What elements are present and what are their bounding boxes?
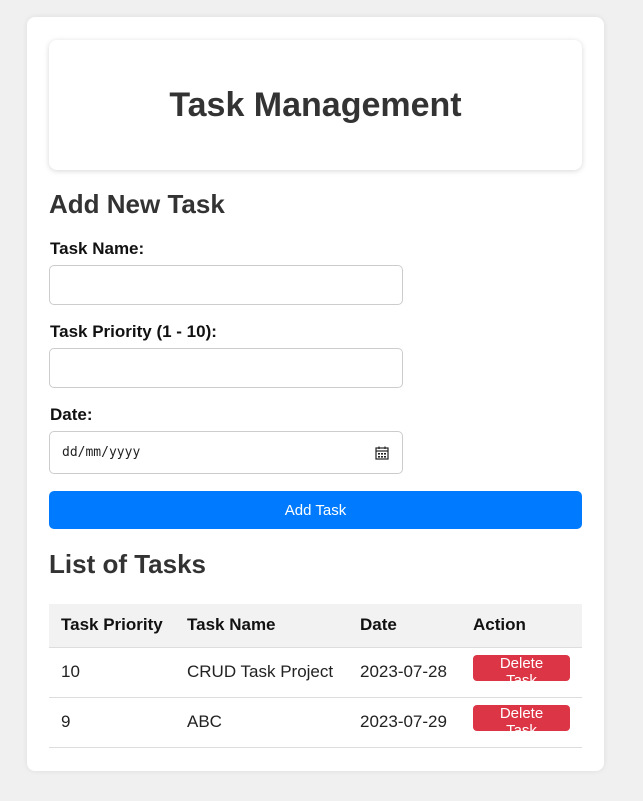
add-task-button[interactable]: Add Task (49, 491, 582, 529)
column-header-priority: Task Priority (49, 604, 176, 648)
task-date-cell: 2023-07-28 (349, 647, 461, 698)
task-name-cell: CRUD Task Project (176, 647, 349, 698)
task-name-input[interactable] (49, 265, 403, 305)
task-priority-input[interactable] (49, 348, 403, 388)
task-priority-cell: 9 (49, 697, 176, 748)
table-row: 9 ABC 2023-07-29 Delete Task (49, 697, 582, 748)
task-name-cell: ABC (176, 697, 349, 748)
delete-task-button[interactable]: Delete Task (473, 654, 570, 689)
task-date-cell: 2023-07-29 (349, 697, 461, 748)
table-header-row: Task Priority Task Name Date Action (49, 604, 582, 648)
task-action-cell: Delete Task (461, 647, 582, 698)
page-title: Task Management (169, 85, 462, 124)
date-label: Date: (50, 405, 93, 424)
task-priority-cell: 10 (49, 647, 176, 698)
task-name-label: Task Name: (50, 239, 145, 258)
delete-task-button[interactable]: Delete Task (473, 704, 570, 739)
task-table: Task Priority Task Name Date Action 10 C… (49, 604, 582, 748)
task-app-card: Task Management Add New Task Task Name: … (27, 17, 604, 771)
column-header-action: Action (461, 604, 582, 648)
column-header-name: Task Name (176, 604, 349, 648)
task-list-heading: List of Tasks (49, 549, 207, 579)
task-action-cell: Delete Task (461, 697, 582, 748)
date-placeholder: dd/mm/yyyy (62, 445, 141, 460)
task-priority-label: Task Priority (1 - 10): (50, 322, 217, 341)
date-input[interactable]: dd/mm/yyyy (49, 431, 403, 474)
calendar-icon[interactable] (375, 446, 389, 460)
header-panel: Task Management (49, 40, 582, 170)
add-task-heading: Add New Task (49, 189, 225, 219)
column-header-date: Date (349, 604, 461, 648)
table-row: 10 CRUD Task Project 2023-07-28 Delete T… (49, 647, 582, 698)
